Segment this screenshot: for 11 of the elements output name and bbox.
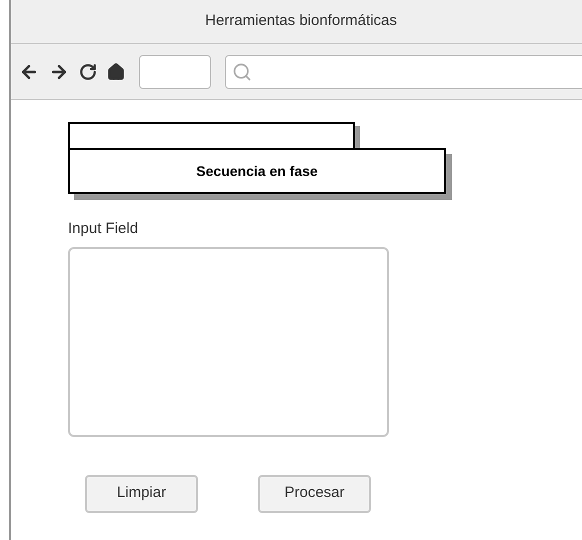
input-label: Input Field: [68, 219, 140, 239]
reload-icon[interactable]: [79, 62, 97, 80]
home-icon[interactable]: [107, 62, 125, 80]
input-field[interactable]: [68, 246, 389, 436]
search-icon: [232, 62, 252, 82]
address-field[interactable]: [139, 54, 211, 88]
action-button[interactable]: Limpiar: [85, 474, 198, 512]
search-field[interactable]: [225, 54, 582, 88]
action-button[interactable]: Procesar: [258, 474, 371, 512]
card-title: Secuencia en fase: [196, 162, 318, 180]
window-title: Herramientas bionformáticas: [205, 11, 397, 32]
